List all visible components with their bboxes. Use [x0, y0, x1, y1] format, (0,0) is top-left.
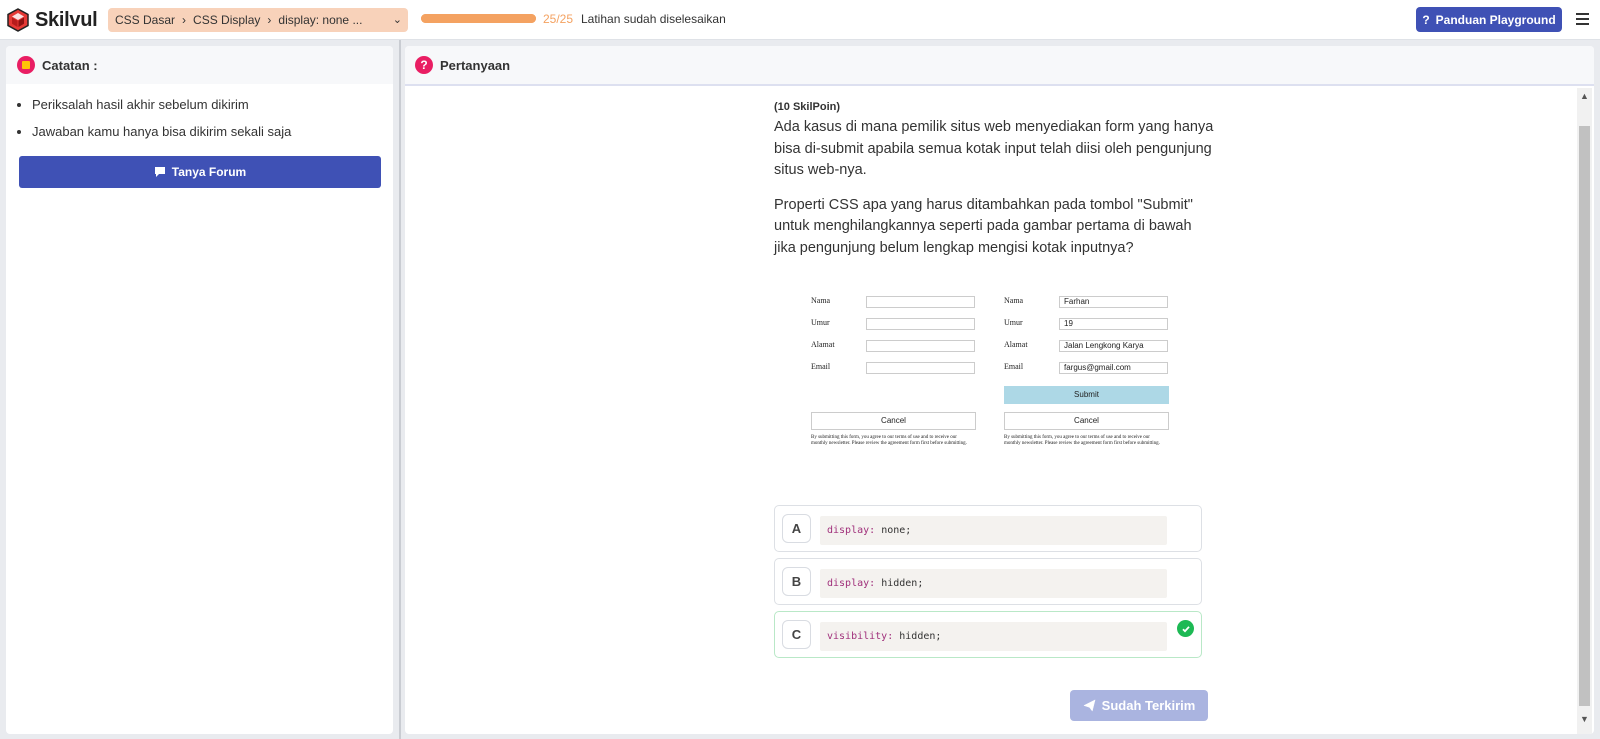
question-text: Ada kasus di mana pemilik situs web meny… [774, 117, 1214, 259]
notes-title: Catatan : [42, 57, 98, 73]
question-title: Pertanyaan [440, 57, 511, 73]
progress-status: Latihan sudah diselesaikan [581, 12, 726, 26]
paper-plane-icon [1082, 699, 1096, 712]
form-input-value: 19 [1059, 318, 1168, 330]
question-paragraph: Properti CSS apa yang harus ditambahkan … [774, 196, 1193, 256]
scroll-down-icon[interactable]: ▼ [1580, 714, 1589, 724]
option-code: display: hidden; [820, 569, 1167, 598]
question-mark-icon: ? [1422, 12, 1430, 27]
form-label-email: Email [1004, 362, 1024, 371]
chat-bubble-icon [154, 167, 165, 177]
top-bar: Skilvul CSS Dasar › CSS Display › displa… [0, 0, 1600, 40]
form-disclaimer: By submitting this form, you agree to ou… [811, 435, 967, 446]
css-value: none [881, 525, 906, 536]
answer-option-b[interactable]: B display: hidden; [774, 558, 1202, 605]
css-value: hidden [899, 631, 936, 642]
empty-form-example: Nama Umur Alamat Email Cancel By submitt… [811, 294, 991, 446]
progress-fill [421, 14, 536, 23]
question-icon: ? [415, 56, 433, 74]
form-label-alamat: Alamat [811, 340, 835, 349]
list-item: Jawaban kamu hanya bisa dikirim sekali s… [32, 124, 393, 139]
form-input-value: Jalan Lengkong Karya [1059, 340, 1168, 352]
logo[interactable]: Skilvul [6, 7, 98, 33]
submitted-label: Sudah Terkirim [1101, 698, 1196, 713]
submitted-button[interactable]: Sudah Terkirim [1070, 690, 1208, 721]
question-panel: ? Pertanyaan (10 SkilPoin) Ada kasus di … [405, 46, 1594, 734]
playground-guide-label: Panduan Playground [1435, 12, 1556, 27]
form-input [866, 340, 975, 352]
chevron-right-icon: › [182, 13, 187, 27]
hamburger-menu-icon[interactable] [1576, 13, 1589, 25]
question-header: ? Pertanyaan [405, 46, 1594, 86]
notes-panel: Catatan : Periksalah hasil akhir sebelum… [6, 46, 393, 734]
css-value: hidden [881, 578, 918, 589]
option-letter: A [782, 514, 811, 543]
scrollbar[interactable]: ▲ ▼ [1577, 88, 1592, 734]
breadcrumb-item-current[interactable]: display: none ... [278, 13, 362, 27]
logo-text: Skilvul [35, 8, 98, 31]
form-label-alamat: Alamat [1004, 340, 1028, 349]
answer-option-c[interactable]: C visibility: hidden; [774, 611, 1202, 658]
notes-header: Catatan : [6, 46, 393, 84]
playground-guide-button[interactable]: ? Panduan Playground [1416, 7, 1562, 32]
progress-bar [421, 14, 536, 23]
option-code: visibility: hidden; [820, 622, 1167, 651]
question-points: (10 SkilPoin) [774, 101, 841, 113]
notes-list: Periksalah hasil akhir sebelum dikirim J… [32, 97, 393, 139]
form-input [866, 296, 975, 308]
form-label-nama: Nama [1004, 296, 1024, 305]
skilvul-logo-icon [7, 8, 29, 32]
breadcrumb-item-css-dasar[interactable]: CSS Dasar [115, 13, 175, 27]
form-input [866, 362, 975, 374]
form-input-value: fargus@gmail.com [1059, 362, 1168, 374]
form-cancel-button: Cancel [811, 412, 976, 430]
form-input [866, 318, 975, 330]
filled-form-example: Nama Farhan Umur 19 Alamat Jalan Lengkong K… [1004, 294, 1184, 446]
form-disclaimer: By submitting this form, you agree to ou… [1004, 435, 1160, 446]
option-letter: B [782, 567, 811, 596]
form-label-umur: Umur [811, 318, 830, 327]
form-label-umur: Umur [1004, 318, 1023, 327]
question-content: (10 SkilPoin) Ada kasus di mana pemilik … [774, 101, 1214, 272]
list-item: Periksalah hasil akhir sebelum dikirim [32, 97, 393, 112]
chevron-right-icon: › [267, 13, 272, 27]
option-code: display: none; [820, 516, 1167, 545]
question-paragraph: Ada kasus di mana pemilik situs web meny… [774, 119, 1214, 178]
answer-option-a[interactable]: A display: none; [774, 505, 1202, 552]
option-letter: C [782, 620, 811, 649]
css-property: display [827, 578, 870, 589]
panel-divider[interactable] [399, 40, 401, 739]
question-illustration: Nama Umur Alamat Email Cancel By submitt… [811, 294, 1191, 464]
breadcrumb-item-css-display[interactable]: CSS Display [193, 13, 260, 27]
ask-forum-label: Tanya Forum [171, 165, 247, 179]
check-circle-icon [1177, 620, 1194, 637]
form-submit-button: Submit [1004, 386, 1169, 404]
notes-icon [17, 56, 35, 74]
scroll-up-icon[interactable]: ▲ [1580, 91, 1589, 101]
ask-forum-button[interactable]: Tanya Forum [19, 156, 381, 188]
css-property: visibility [827, 631, 888, 642]
form-cancel-button: Cancel [1004, 412, 1169, 430]
form-label-email: Email [811, 362, 831, 371]
progress-count: 25/25 [543, 12, 574, 26]
scroll-thumb[interactable] [1579, 126, 1590, 706]
chevron-down-icon[interactable]: ⌄ [393, 13, 402, 26]
form-input-value: Farhan [1059, 296, 1168, 308]
breadcrumb[interactable]: CSS Dasar › CSS Display › display: none … [108, 8, 408, 32]
css-property: display [827, 525, 870, 536]
form-label-nama: Nama [811, 296, 831, 305]
